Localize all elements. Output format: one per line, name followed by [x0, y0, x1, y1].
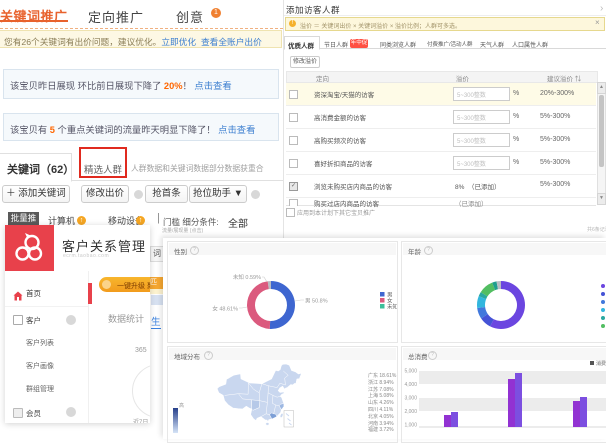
svg-text:女 48.61%: 女 48.61%	[212, 305, 238, 313]
svg-text:男: 男	[387, 292, 393, 299]
svg-text:2,000: 2,000	[404, 409, 417, 415]
svg-text:3,000: 3,000	[404, 396, 417, 402]
svg-text:5,000: 5,000	[404, 369, 417, 375]
svg-text:男 50.8%: 男 50.8%	[305, 298, 328, 305]
svg-text:未知 0.59%: 未知 0.59%	[233, 273, 261, 281]
svg-text:未知: 未知	[387, 303, 397, 311]
svg-text:女: 女	[387, 297, 393, 305]
svg-text:消费金额: 消费金额	[596, 360, 606, 367]
svg-text:1,000: 1,000	[404, 423, 417, 429]
svg-text:4,000: 4,000	[404, 382, 417, 388]
